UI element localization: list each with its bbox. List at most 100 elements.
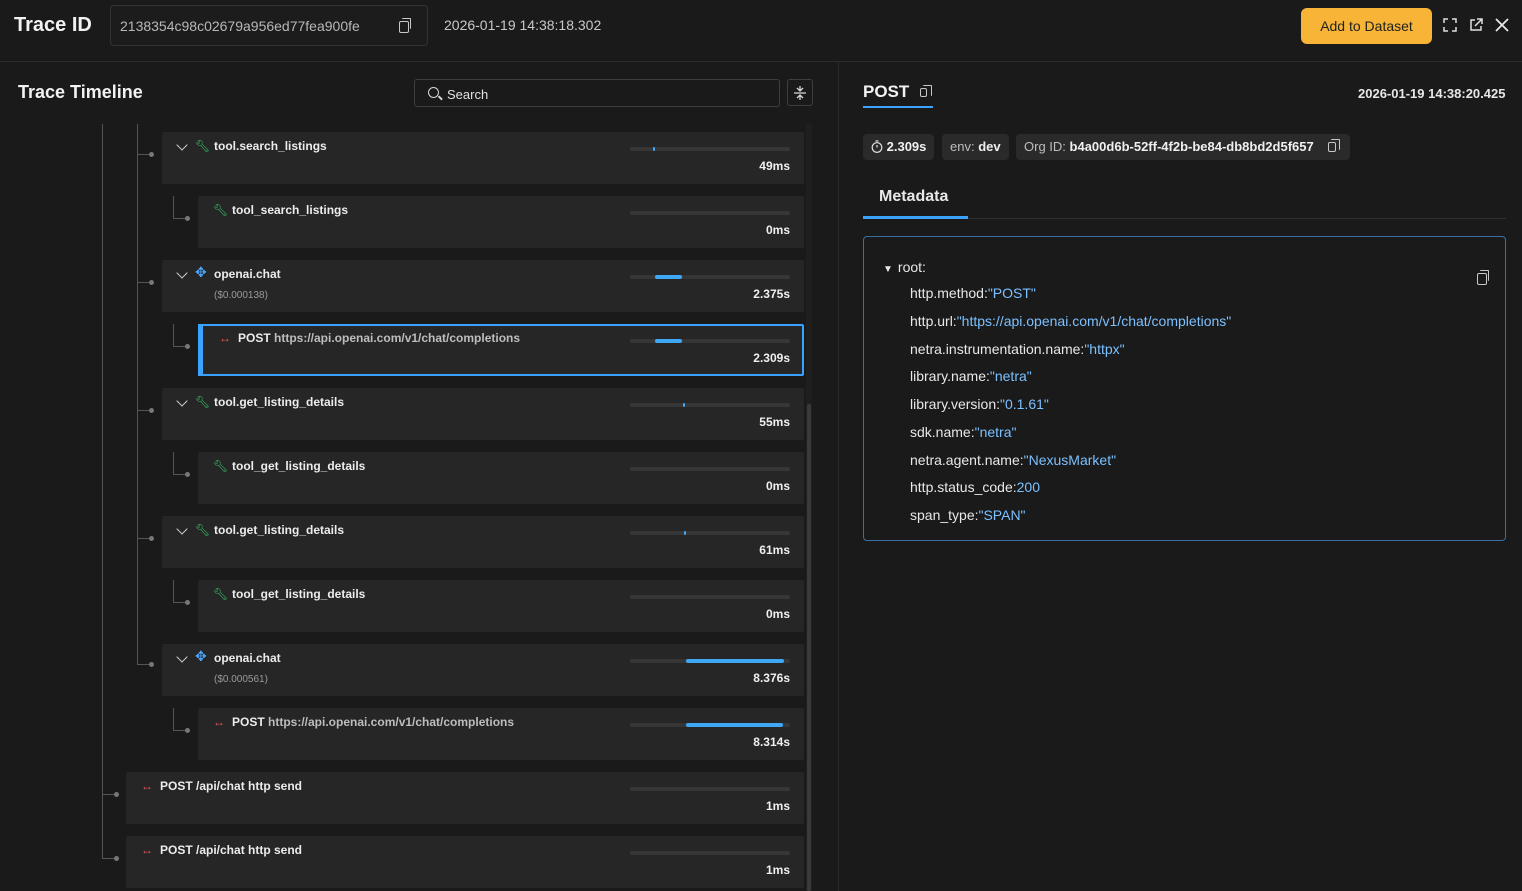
trace-id-value: 2138354c98c02679a956ed77fea900fe [120,18,360,34]
search-placeholder: Search [447,87,489,102]
span-method: POST [232,715,265,729]
copy-icon[interactable] [920,85,932,97]
http-arrows-icon: ↔ [213,715,225,729]
copy-icon[interactable] [1477,270,1489,285]
span-row[interactable]: ✥ openai.chat ($0.000138) 2.375s [162,260,804,312]
span-timing-fill [654,339,682,343]
close-icon[interactable] [1495,18,1509,36]
metadata-entry: sdk.name:"netra" [910,424,1016,440]
span-name: tool_search_listings [232,203,349,217]
span-name: openai.chat [214,651,281,665]
wrench-icon: 🔧︎ [195,139,211,153]
duration-chip: 2.309s [863,134,935,160]
span-timing-bar [630,851,790,855]
metadata-key: library.version: [910,396,1000,412]
http-arrows-icon: ↔ [219,331,231,345]
json-root[interactable]: ▼ root: [883,259,926,275]
span-title-underline [863,106,933,108]
span-row[interactable]: 🔧︎ tool_get_listing_details 0ms [198,580,804,632]
metadata-key: library.name: [910,368,990,384]
metadata-entry: http.status_code:200 [910,479,1040,495]
metadata-entry: http.method:"POST" [910,285,1036,301]
span-timing-bar [630,467,790,471]
span-row[interactable]: ↔ POST https://api.openai.com/v1/chat/co… [198,708,804,760]
chevron-down-icon[interactable] [176,139,188,151]
metadata-value: "netra" [974,424,1017,440]
panel-divider[interactable] [838,62,839,891]
span-duration: 0ms [765,607,790,621]
metadata-value: "NexusMarket" [1023,452,1117,468]
env-value: dev [978,139,1001,154]
span-name: POST https://api.openai.com/v1/chat/comp… [238,331,520,345]
span-duration: 0ms [765,223,790,237]
span-row-selected[interactable]: ↔ POST https://api.openai.com/v1/chat/co… [198,324,804,376]
span-duration: 8.314s [753,735,790,749]
trace-id-field: 2138354c98c02679a956ed77fea900fe [110,5,428,46]
wrench-icon: 🔧︎ [213,587,229,601]
span-timing-bar [630,595,790,599]
span-row[interactable]: ↔ POST /api/chat http send 1ms [126,836,804,888]
metadata-value: "netra" [989,368,1032,384]
span-timing-bar [630,403,790,407]
span-timing-fill [686,723,783,727]
metadata-entry: span_type:"SPAN" [910,507,1026,523]
trace-timeline-title: Trace Timeline [18,82,143,102]
span-timing-bar [630,147,790,151]
span-title-text: POST [863,82,910,101]
span-timing-bar [630,275,790,279]
metadata-key: netra.instrumentation.name: [910,341,1085,357]
external-link-icon[interactable] [1469,18,1483,36]
span-row[interactable]: 🔧︎ tool_get_listing_details 0ms [198,452,804,504]
metadata-key: sdk.name: [910,424,975,440]
span-duration: 2.375s [753,287,790,301]
tab-active-indicator [863,216,968,219]
tab-metadata[interactable]: Metadata [879,188,948,206]
span-duration: 1ms [765,863,790,877]
copy-icon[interactable] [399,18,411,33]
chevron-down-icon[interactable] [176,395,188,407]
span-title: POST [863,82,932,102]
span-row[interactable]: 🔧︎ tool.get_listing_details 61ms [162,516,804,568]
span-timing-fill [683,531,686,535]
span-timing-fill [682,403,685,407]
tab-divider [968,218,1506,219]
caret-down-icon[interactable]: ▼ [883,264,893,275]
span-row[interactable]: 🔧︎ tool_search_listings 0ms [198,196,804,248]
metadata-value: "SPAN" [978,507,1026,523]
span-timing-fill [653,147,656,151]
span-name: tool_get_listing_details [232,459,366,473]
chevron-down-icon[interactable] [176,651,188,663]
timeline-scroll-thumb[interactable] [807,404,811,891]
copy-icon[interactable] [1328,139,1340,152]
span-name: tool_get_listing_details [232,587,366,601]
metadata-key: http.method: [910,285,988,301]
span-name: tool.search_listings [214,139,327,153]
span-row[interactable]: ✥ openai.chat ($0.000561) 8.376s [162,644,804,696]
metadata-entry: library.version:"0.1.61" [910,396,1049,412]
llm-icon: ✥ [195,648,207,664]
span-row[interactable]: 🔧︎ tool.get_listing_details 55ms [162,388,804,440]
collapse-all-button[interactable] [787,79,813,106]
span-row[interactable]: 🔧︎ tool.search_listings 49ms [162,132,804,184]
metadata-entry: netra.instrumentation.name:"httpx" [910,341,1125,357]
span-duration: 55ms [759,415,790,429]
span-timing-bar [630,531,790,535]
expand-icon[interactable] [1443,18,1457,36]
span-name: tool.get_listing_details [214,395,345,409]
span-duration: 2.309s [753,351,790,365]
chevron-down-icon[interactable] [176,523,188,535]
span-duration: 61ms [759,543,790,557]
span-row[interactable]: ↔ POST /api/chat http send 1ms [126,772,804,824]
span-timestamp: 2026-01-19 14:38:20.425 [1358,86,1506,101]
add-to-dataset-button[interactable]: Add to Dataset [1301,8,1432,44]
org-id-label: Org ID: [1024,139,1066,154]
span-timing-fill [686,659,785,663]
wrench-icon: 🔧︎ [195,523,211,537]
root-label: root: [897,259,926,275]
duration-value: 2.309s [886,139,927,154]
span-timing-bar [630,787,790,791]
span-timing-bar [630,723,790,727]
metadata-value: 200 [1016,479,1040,495]
chevron-down-icon[interactable] [176,267,188,279]
search-input[interactable]: Search [414,79,780,107]
